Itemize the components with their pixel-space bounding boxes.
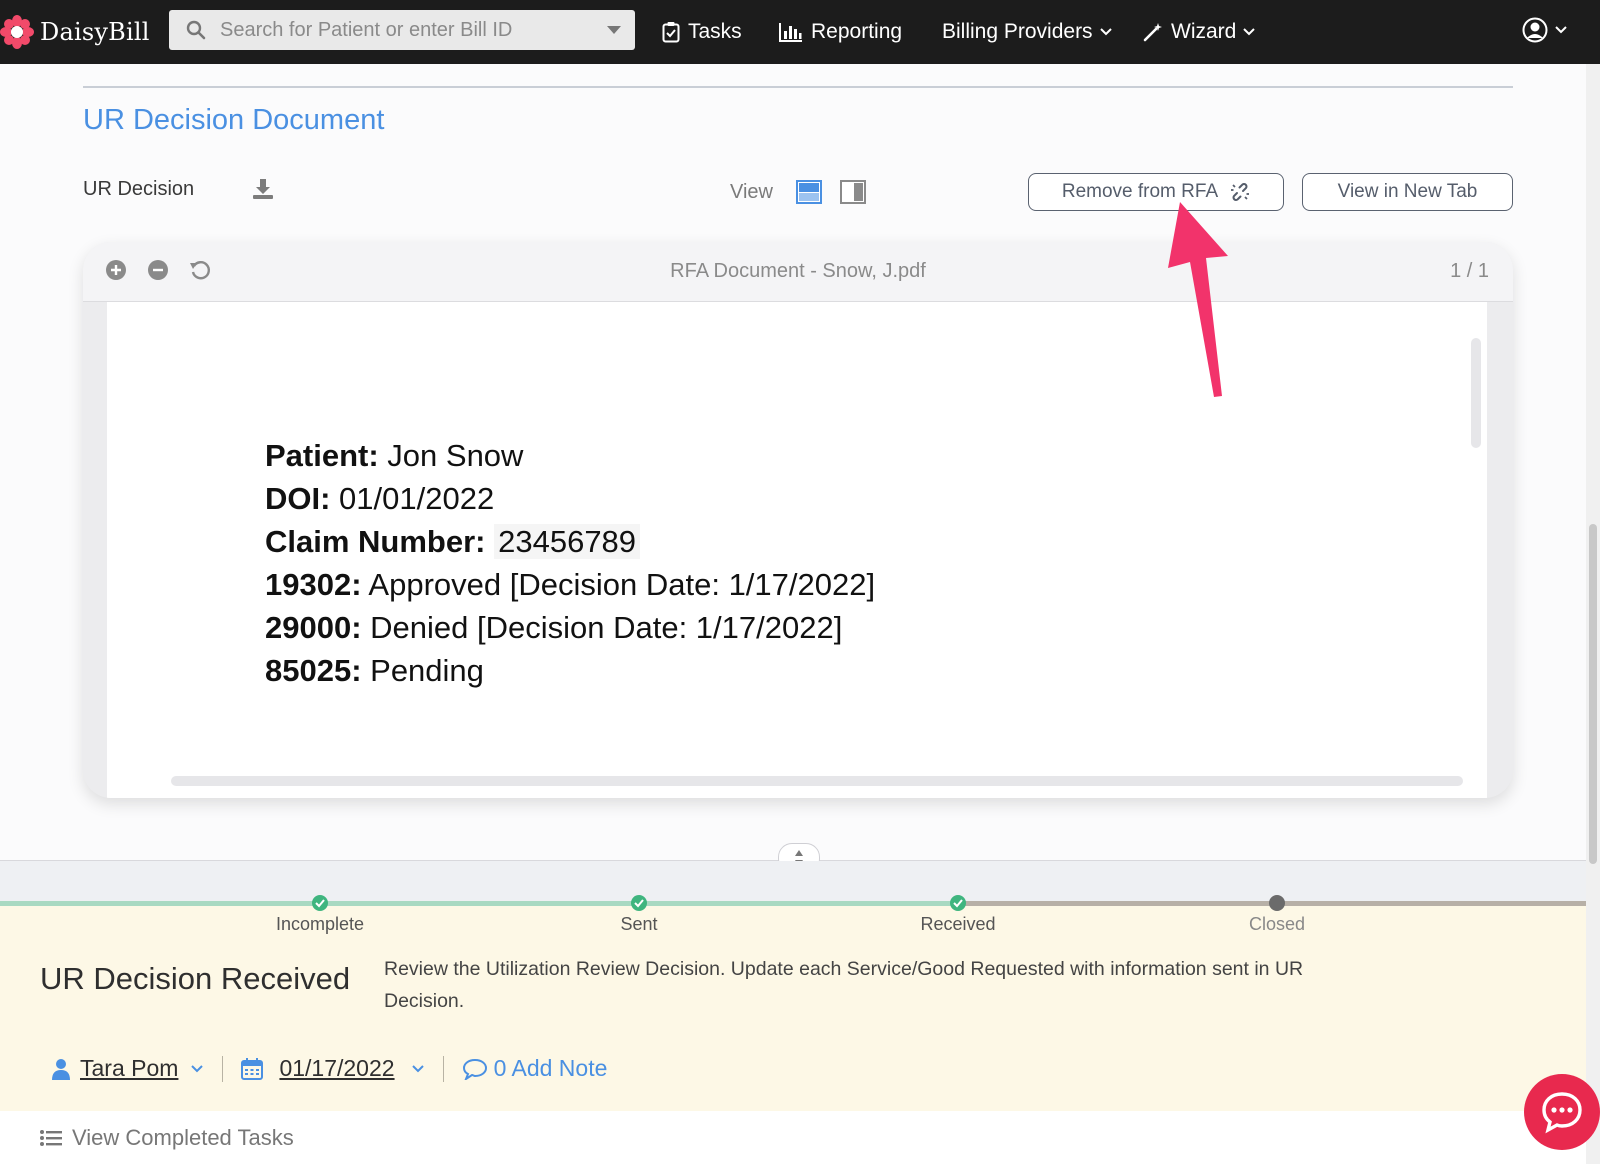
calendar-icon: [241, 1057, 264, 1080]
task-description: Review the Utilization Review Decision. …: [384, 958, 1304, 1012]
pdf-line-doi: DOI: 01/01/2022: [265, 477, 875, 520]
user-account-menu[interactable]: [1522, 17, 1568, 43]
meta-separator: [442, 1055, 444, 1082]
nav-billing-providers-label: Billing Providers: [942, 20, 1093, 43]
chevron-down-icon[interactable]: [411, 1064, 425, 1074]
brand-name: DaisyBill: [40, 18, 150, 46]
step-label-sent: Sent: [620, 914, 658, 934]
nav-reporting-label: Reporting: [811, 20, 903, 43]
pdf-line-value: Pending: [361, 653, 484, 688]
task-date[interactable]: 01/17/2022: [279, 1055, 394, 1082]
chat-support-button[interactable]: [1524, 1074, 1600, 1150]
search-input[interactable]: [220, 18, 590, 42]
view-in-new-tab-button[interactable]: View in New Tab: [1302, 173, 1513, 211]
pdf-page: Patient: Jon Snow DOI: 01/01/2022 Claim …: [107, 302, 1487, 798]
daisy-flower-icon: [0, 15, 34, 49]
clipboard-check-icon: [662, 22, 680, 43]
meta-separator: [222, 1055, 224, 1082]
user-circle-icon: [1522, 17, 1548, 43]
pdf-line-patient: Patient: Jon Snow: [265, 434, 875, 477]
step-received-check-icon: [950, 895, 966, 911]
download-icon[interactable]: [252, 178, 274, 200]
list-icon: [40, 1129, 62, 1146]
annotation-arrow: [1168, 202, 1228, 397]
page-scrollbar-thumb[interactable]: [1589, 524, 1597, 864]
pdf-line-value: 01/01/2022: [330, 481, 495, 516]
section-divider: [83, 86, 1513, 88]
nav-billing-providers[interactable]: Billing Providers: [942, 0, 1113, 64]
pdf-line-29000: 29000: Denied [Decision Date: 1/17/2022]: [265, 606, 875, 649]
step-label-closed: Closed: [1248, 914, 1306, 934]
pdf-line-label: Claim Number:: [265, 524, 486, 559]
pdf-page-indicator: 1 / 1: [1450, 260, 1489, 282]
chevron-down-icon: [1243, 28, 1256, 36]
chevron-down-icon: [1555, 26, 1567, 34]
pdf-vertical-scrollbar[interactable]: [1471, 338, 1481, 448]
chat-bubble-icon: [1542, 1092, 1582, 1134]
nav-tasks[interactable]: Tasks: [662, 0, 742, 64]
pdf-line-label: Patient:: [265, 438, 379, 473]
pdf-filename: RFA Document - Snow, J.pdf: [670, 260, 926, 282]
pdf-line-19302: 19302: Approved [Decision Date: 1/17/202…: [265, 563, 875, 606]
pdf-line-value: Jon Snow: [378, 438, 524, 473]
nav-wizard-label: Wizard: [1171, 20, 1237, 43]
step-sent-check-icon: [631, 895, 647, 911]
top-navbar: DaisyBill Tasks Reporting Billing Provid…: [0, 0, 1600, 64]
pdf-line-claim-number: Claim Number: 23456789: [265, 520, 875, 563]
progress-fill: [0, 901, 958, 906]
chevron-down-icon: [1099, 28, 1112, 36]
step-label-received: Received: [920, 914, 996, 934]
view-completed-tasks-label: View Completed Tasks: [72, 1124, 294, 1150]
pdf-line-value: Denied [Decision Date: 1/17/2022]: [361, 610, 843, 645]
pdf-viewer: RFA Document - Snow, J.pdf 1 / 1 Patient…: [83, 242, 1513, 798]
pdf-viewer-toolbar: RFA Document - Snow, J.pdf 1 / 1: [83, 242, 1513, 302]
nav-reporting[interactable]: Reporting: [779, 0, 902, 64]
pdf-line-value: 23456789: [494, 524, 641, 559]
step-incomplete-check-icon: [312, 895, 328, 911]
vertical-split-layout-icon[interactable]: [840, 180, 866, 204]
patient-search-box[interactable]: [169, 10, 635, 50]
pdf-content: Patient: Jon Snow DOI: 01/01/2022 Claim …: [265, 434, 875, 692]
pdf-line-value: Approved [Decision Date: 1/17/2022]: [361, 567, 876, 602]
add-note-link[interactable]: 0 Add Note: [494, 1055, 608, 1082]
view-completed-tasks[interactable]: View Completed Tasks: [0, 1111, 1586, 1164]
task-assignee[interactable]: Tara Pom: [80, 1055, 178, 1082]
comment-icon: [462, 1058, 487, 1080]
task-meta-row: Tara Pom 01/17/2022 0 Add Note: [52, 1055, 607, 1082]
unlink-icon: [1231, 183, 1250, 201]
magic-wand-icon: [1143, 23, 1162, 42]
nav-tasks-label: Tasks: [688, 20, 742, 43]
bar-chart-icon: [779, 23, 802, 42]
nav-wizard[interactable]: Wizard: [1143, 0, 1256, 64]
chevron-down-icon[interactable]: [190, 1064, 204, 1074]
search-icon: [186, 20, 206, 40]
page-scrollbar[interactable]: [1586, 64, 1600, 1164]
task-title: UR Decision Received: [40, 961, 351, 996]
pdf-line-label: 19302:: [265, 567, 362, 602]
progress-band: [0, 861, 1586, 901]
search-dropdown-caret-icon[interactable]: [607, 26, 621, 34]
document-label: UR Decision: [83, 178, 195, 200]
view-mode-label: View: [730, 181, 773, 203]
pdf-line-85025: 85025: Pending: [265, 649, 875, 692]
brand-logo[interactable]: DaisyBill: [0, 15, 165, 49]
step-closed-dot-icon: [1269, 895, 1285, 911]
pdf-line-label: DOI:: [265, 481, 331, 516]
horizontal-layout-icon[interactable]: [796, 180, 822, 204]
step-label-incomplete: Incomplete: [275, 914, 365, 934]
user-icon: [52, 1058, 70, 1080]
pdf-horizontal-scrollbar[interactable]: [171, 776, 1463, 786]
pdf-line-label: 29000:: [265, 610, 362, 645]
pdf-line-label: 85025:: [265, 653, 362, 688]
section-title: UR Decision Document: [83, 104, 385, 136]
